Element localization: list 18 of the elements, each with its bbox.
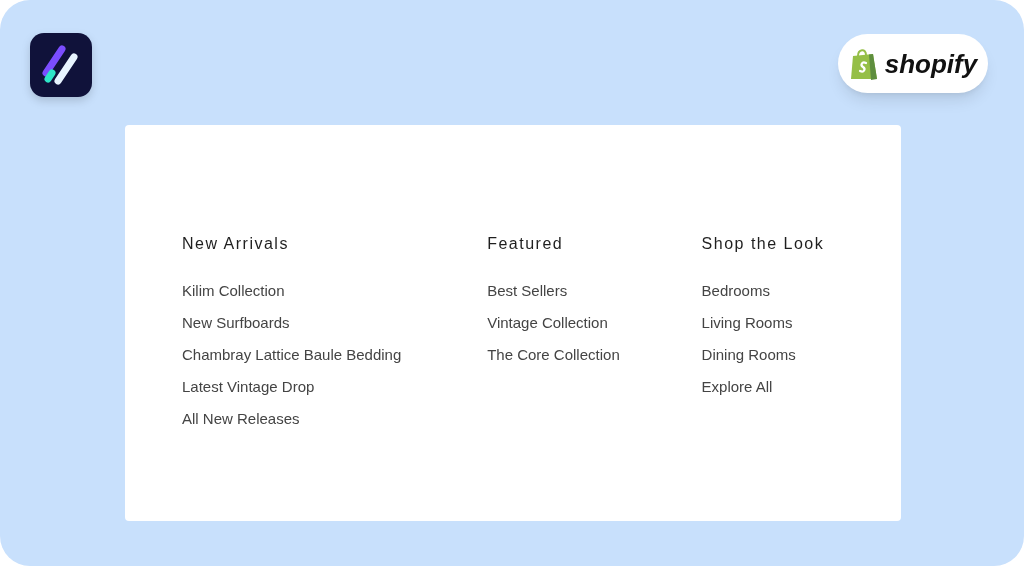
menu-link[interactable]: Explore All: [701, 377, 773, 397]
menu-link[interactable]: The Core Collection: [487, 345, 620, 365]
menu-link[interactable]: Living Rooms: [701, 313, 793, 333]
shopping-bag-icon: [848, 46, 879, 81]
app-logo-icon: [30, 33, 92, 97]
column-heading: Shop the Look: [701, 234, 825, 254]
menu-link[interactable]: Latest Vintage Drop: [182, 377, 315, 397]
column-heading: Featured: [487, 234, 564, 254]
menu-link[interactable]: New Surfboards: [182, 313, 290, 333]
menu-link[interactable]: Vintage Collection: [487, 313, 608, 333]
menu-link[interactable]: Bedrooms: [701, 281, 770, 301]
menu-link[interactable]: Chambray Lattice Baule Bedding: [182, 345, 402, 365]
menu-link[interactable]: Kilim Collection: [182, 281, 285, 301]
menu-link[interactable]: All New Releases: [182, 409, 300, 429]
menu-link[interactable]: Dining Rooms: [701, 345, 796, 365]
brand-name: shopify: [884, 50, 978, 77]
menu-link[interactable]: Best Sellers: [487, 281, 568, 301]
column-heading: New Arrivals: [182, 234, 289, 254]
